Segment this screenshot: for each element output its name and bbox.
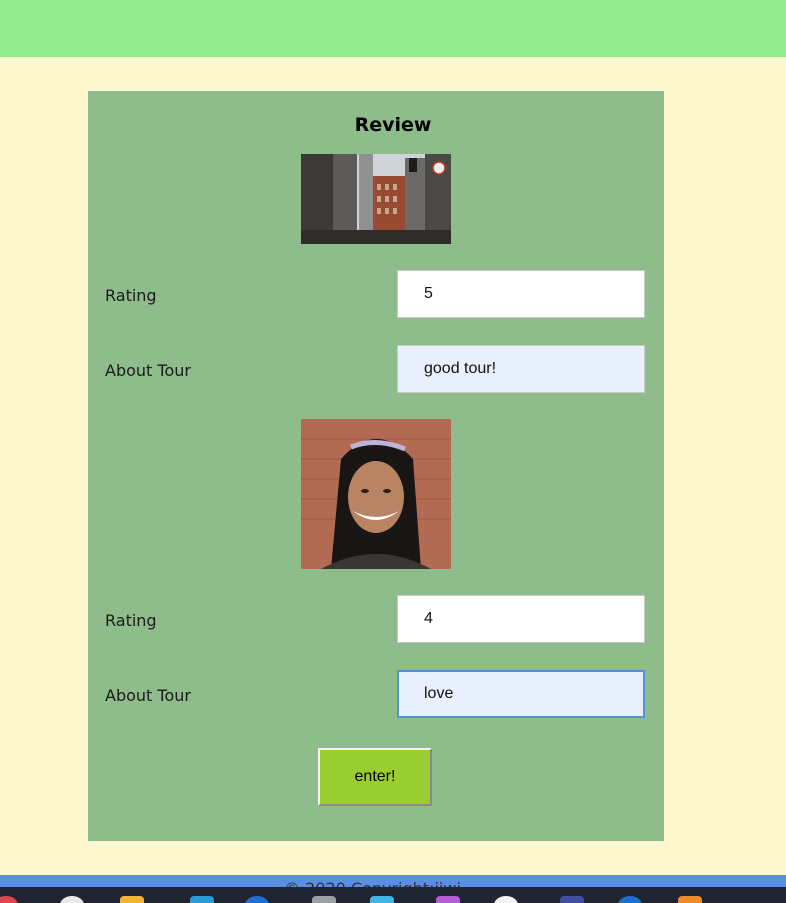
footer-bar: © 2020 Copyright:jiwj bbox=[0, 875, 786, 887]
top-header-bar bbox=[0, 0, 786, 57]
about-tour-label: About Tour bbox=[105, 686, 191, 705]
rating-input[interactable] bbox=[397, 595, 645, 643]
footer-copyright: © 2020 Copyright:jiwj bbox=[284, 879, 461, 887]
edge-icon[interactable] bbox=[190, 896, 214, 903]
app-icon[interactable] bbox=[0, 896, 18, 903]
chrome-icon[interactable] bbox=[60, 896, 84, 903]
enter-button[interactable]: enter! bbox=[318, 748, 432, 806]
app-icon[interactable] bbox=[678, 896, 702, 903]
app-icon[interactable] bbox=[618, 896, 642, 903]
app-icon[interactable] bbox=[245, 896, 269, 903]
about-tour-input[interactable] bbox=[397, 670, 645, 718]
about-tour-label: About Tour bbox=[105, 361, 191, 380]
app-icon[interactable] bbox=[312, 896, 336, 903]
page-title: Review bbox=[354, 114, 432, 136]
os-taskbar bbox=[0, 887, 786, 903]
rating-input[interactable] bbox=[397, 270, 645, 318]
tour-photo bbox=[301, 154, 451, 244]
app-icon[interactable] bbox=[436, 896, 460, 903]
rating-label: Rating bbox=[105, 286, 157, 305]
app-icon[interactable] bbox=[560, 896, 584, 903]
rating-label: Rating bbox=[105, 611, 157, 630]
app-icon[interactable] bbox=[370, 896, 394, 903]
reviewer-photo bbox=[301, 419, 451, 569]
about-tour-input[interactable] bbox=[397, 345, 645, 393]
file-explorer-icon[interactable] bbox=[120, 896, 144, 903]
app-icon[interactable] bbox=[494, 896, 518, 903]
